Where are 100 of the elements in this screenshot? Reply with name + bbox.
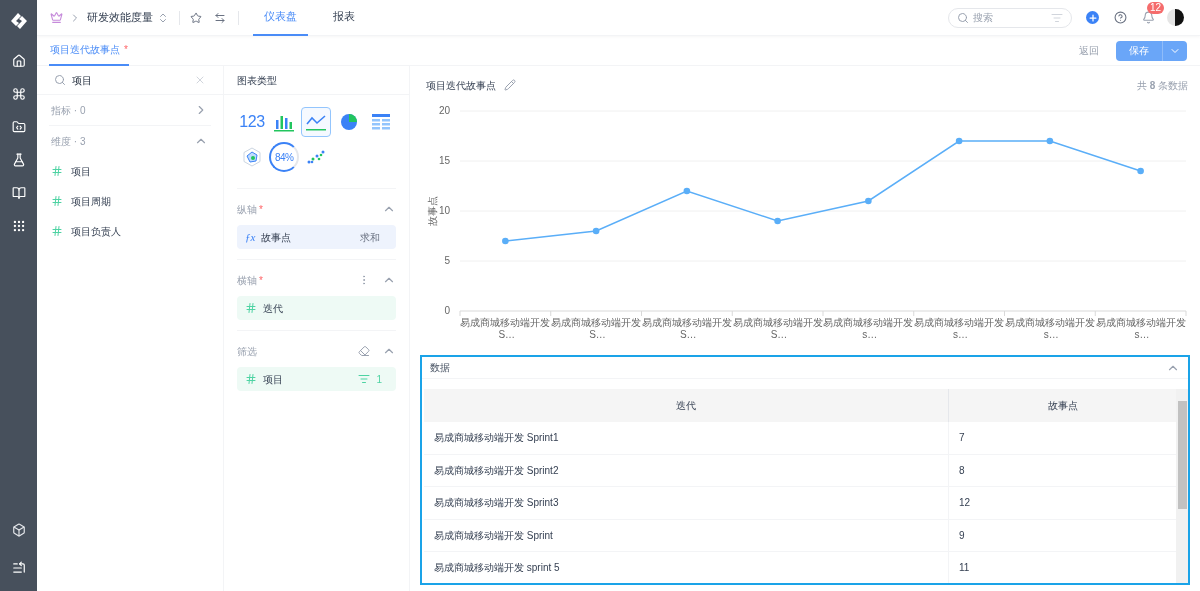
- help-icon[interactable]: [1114, 11, 1127, 24]
- nav-tab[interactable]: 报表: [322, 0, 366, 36]
- avatar[interactable]: [1167, 9, 1184, 26]
- hash-icon: [51, 195, 63, 207]
- field-item[interactable]: 项目: [49, 156, 211, 186]
- number-chart-option[interactable]: 123: [237, 107, 267, 137]
- x-tick-label: 易成商城移动端开发 S…: [460, 317, 551, 340]
- x-tick-label: 易成商城移动端开发 s…: [914, 317, 1005, 340]
- column-header: 迭代: [424, 389, 949, 422]
- folder-icon[interactable]: [11, 120, 26, 134]
- section-title: 数据: [430, 361, 450, 375]
- dimension-chip[interactable]: 迭代: [237, 296, 396, 320]
- workspace-name[interactable]: 研发效能度量: [87, 9, 153, 26]
- table-cell: 易成商城移动端开发 Sprint2: [424, 454, 949, 486]
- section-title: 纵轴: [237, 202, 257, 217]
- cube-icon[interactable]: [11, 523, 26, 537]
- notification-badge: 12: [1147, 2, 1165, 14]
- aggregate-label[interactable]: 求和: [360, 229, 380, 245]
- radar-chart-icon: [242, 147, 262, 167]
- table-chart-icon: [371, 114, 390, 130]
- search-icon: [957, 11, 969, 24]
- hash-icon: [51, 225, 63, 237]
- collapse-sidebar-icon[interactable]: [11, 561, 26, 575]
- column-header: 故事点: [1046, 399, 1079, 413]
- book-icon[interactable]: [11, 186, 26, 200]
- y-tick-label: 10: [438, 205, 450, 216]
- y-tick-label: 0: [444, 305, 450, 316]
- home-icon[interactable]: [11, 54, 26, 68]
- save-menu-button[interactable]: [1162, 40, 1187, 61]
- data-point: [592, 227, 600, 235]
- filter-count: 1: [376, 372, 382, 387]
- hash-icon: [245, 302, 257, 314]
- field-item[interactable]: 项目负责人: [49, 216, 211, 246]
- search-icon: [54, 74, 66, 86]
- scrollbar[interactable]: [1176, 389, 1188, 583]
- data-point: [955, 137, 963, 145]
- filter-icon: [358, 373, 371, 385]
- x-tick-label: 易成商城移动端开发 S…: [551, 317, 642, 340]
- hash-icon: [245, 373, 257, 385]
- switch-icon[interactable]: [157, 11, 169, 24]
- panel-title: 图表类型: [237, 73, 277, 88]
- table-cell-text: 12: [958, 496, 972, 511]
- table-cell: 易成商城移动端开发 Sprint: [424, 519, 949, 551]
- table-cell: 易成商城移动端开发 Sprint1: [424, 422, 949, 454]
- table-cell-text: 8: [958, 463, 966, 478]
- scatter-chart-icon: [307, 150, 326, 164]
- chart-title: 项目迭代故事点: [426, 78, 496, 93]
- search-input[interactable]: 搜索: [973, 10, 1043, 25]
- data-point: [1046, 137, 1054, 145]
- y-tick-label: 5: [444, 255, 450, 266]
- section-title: 筛选: [237, 344, 257, 359]
- hash-icon: [51, 165, 63, 177]
- chip-label: 迭代: [263, 301, 283, 316]
- x-tick-label: 易成商城移动端开发 S…: [641, 317, 732, 340]
- filter-chip[interactable]: 项目 1: [237, 367, 396, 391]
- x-tick-label: 易成商城移动端开发 s…: [1004, 317, 1095, 340]
- x-tick-label: 易成商城移动端开发 s…: [823, 317, 914, 340]
- star-icon[interactable]: [190, 11, 202, 24]
- gauge-chart-option[interactable]: 84%: [269, 142, 300, 172]
- editor-tab[interactable]: 项目迭代故事点 *: [49, 35, 129, 66]
- flask-icon[interactable]: [11, 153, 26, 167]
- field-search-field[interactable]: 项目: [37, 66, 223, 95]
- table-cell-text: 7: [958, 431, 966, 446]
- table-cell: 易成商城移动端开发 Sprint3: [424, 487, 949, 519]
- record-count: 共 8 条数据: [1136, 78, 1188, 93]
- pie-chart-icon: [339, 113, 358, 131]
- required-mark: *: [259, 202, 263, 217]
- data-point: [774, 217, 781, 225]
- swap-icon[interactable]: [214, 11, 226, 24]
- field-search-input[interactable]: 项目: [72, 72, 188, 88]
- command-icon[interactable]: [11, 87, 26, 101]
- notification-icon[interactable]: [1142, 11, 1155, 24]
- required-mark: *: [259, 273, 263, 288]
- nav-tab[interactable]: 仪表盘: [253, 0, 308, 36]
- chart-type-option[interactable]: [301, 107, 332, 137]
- y-tick-label: 20: [438, 105, 450, 116]
- group-title: 指标 · 0: [51, 103, 86, 118]
- function-label: ƒx: [245, 229, 256, 245]
- y-tick-label: 15: [438, 155, 450, 166]
- data-point: [1137, 167, 1144, 175]
- data-point: [683, 187, 691, 195]
- y-axis-title: 故事点: [427, 196, 438, 226]
- table-cell-text: 9: [958, 528, 966, 543]
- edit-icon[interactable]: [504, 79, 516, 91]
- x-tick-label: 易成商城移动端开发 S…: [732, 317, 823, 340]
- data-point: [502, 237, 509, 245]
- logo-icon[interactable]: [9, 12, 28, 30]
- group-title: 维度 · 3: [51, 134, 86, 149]
- field-item[interactable]: 项目周期: [49, 186, 211, 216]
- grid-icon[interactable]: [11, 219, 26, 233]
- line-chart-icon: [305, 112, 328, 132]
- crown-icon: [50, 11, 63, 24]
- measure-chip[interactable]: ƒx 故事点 求和: [237, 225, 396, 249]
- add-button[interactable]: [1086, 11, 1099, 24]
- section-title: 横轴: [237, 273, 257, 288]
- data-point: [865, 197, 872, 205]
- table-cell: 易成商城移动端开发 sprint 5: [424, 552, 949, 583]
- chip-label: 项目: [263, 372, 284, 387]
- chip-label: 故事点: [261, 230, 293, 245]
- x-tick-label: 易成商城移动端开发 s…: [1095, 317, 1186, 340]
